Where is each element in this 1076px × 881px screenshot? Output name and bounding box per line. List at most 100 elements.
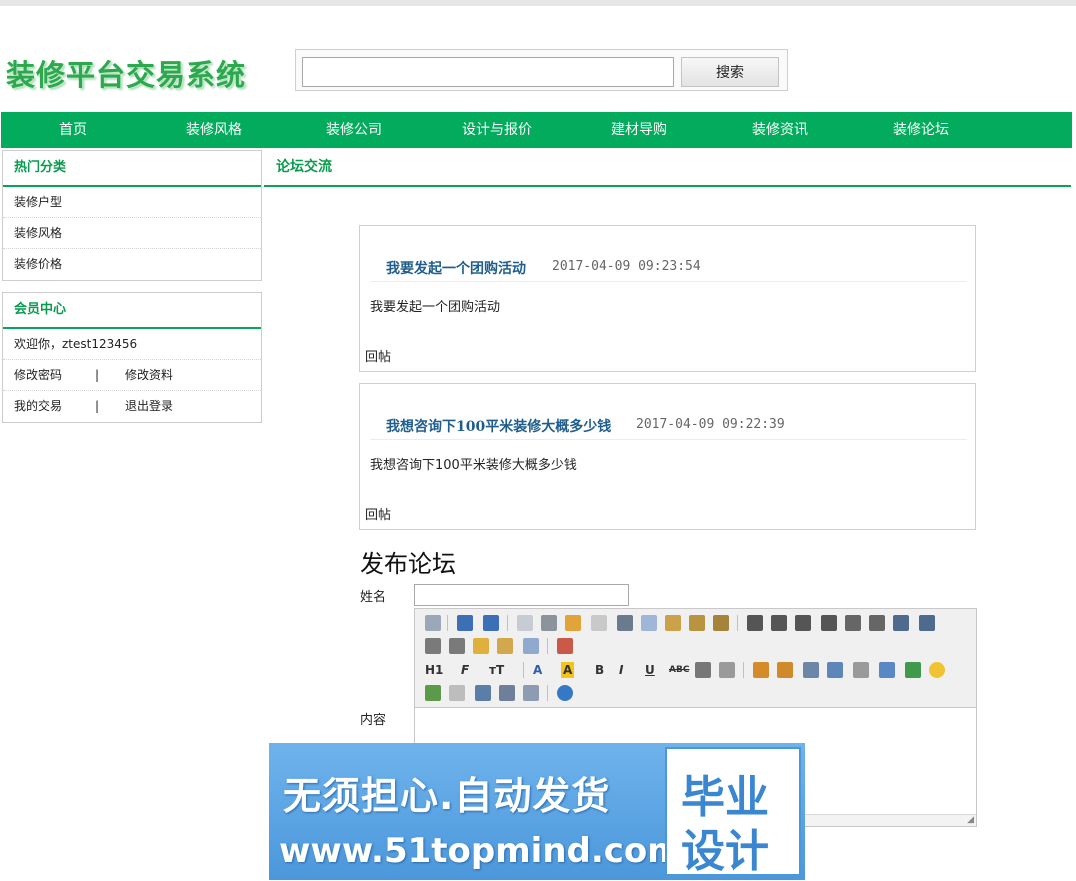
- change-password-link[interactable]: 修改密码: [14, 368, 62, 382]
- toolbar-separator: [447, 615, 448, 631]
- strikethrough-button[interactable]: ABC: [669, 662, 689, 678]
- insert-flash-icon[interactable]: [803, 662, 819, 678]
- resize-handle-icon[interactable]: ◢: [967, 815, 974, 825]
- nav-item-design-quote[interactable]: 设计与报价: [427, 112, 567, 148]
- toolbar-separator: [547, 685, 548, 701]
- toolbar-separator: [507, 615, 508, 631]
- source-icon[interactable]: [425, 615, 441, 631]
- format-painter-icon[interactable]: [497, 638, 513, 654]
- template-icon[interactable]: [565, 615, 581, 631]
- category-link[interactable]: 装修价格: [3, 249, 261, 280]
- attachment-icon[interactable]: [853, 662, 869, 678]
- post-title[interactable]: 我要发起一个团购活动: [386, 258, 526, 278]
- nav-item-news[interactable]: 装修资讯: [710, 112, 850, 148]
- cut-icon[interactable]: [617, 615, 633, 631]
- fullscreen-icon[interactable]: [557, 638, 573, 654]
- bold-button[interactable]: B: [595, 662, 604, 678]
- reply-link[interactable]: 回帖: [365, 504, 391, 523]
- help-icon[interactable]: [557, 685, 573, 701]
- align-right-icon[interactable]: [795, 615, 811, 631]
- name-label: 姓名: [360, 590, 387, 605]
- anchor-icon[interactable]: [475, 685, 491, 701]
- post-header: 我要发起一个团购活动 2017-04-09 09:23:54: [370, 256, 967, 282]
- subscript-icon[interactable]: [425, 638, 441, 654]
- link-icon[interactable]: [499, 685, 515, 701]
- align-justify-icon[interactable]: [821, 615, 837, 631]
- content-label: 内容: [360, 713, 387, 728]
- nav-item-materials[interactable]: 建材导购: [569, 112, 709, 148]
- undo-icon[interactable]: [457, 615, 473, 631]
- insert-table-icon[interactable]: [879, 662, 895, 678]
- paste-word-icon[interactable]: [713, 615, 729, 631]
- underline-button[interactable]: U: [645, 662, 655, 678]
- align-left-icon[interactable]: [747, 615, 763, 631]
- copy-icon[interactable]: [641, 615, 657, 631]
- eraser-icon[interactable]: [719, 662, 735, 678]
- reply-link[interactable]: 回帖: [365, 346, 391, 365]
- search-input[interactable]: [302, 57, 674, 87]
- page-break-icon[interactable]: [905, 662, 921, 678]
- background-color-button[interactable]: A: [561, 662, 575, 678]
- publish-heading: 发布论坛: [360, 550, 456, 578]
- indent-icon[interactable]: [893, 615, 909, 631]
- print-icon[interactable]: [541, 615, 557, 631]
- italic-button[interactable]: I: [619, 662, 623, 678]
- heading-dropdown[interactable]: H1: [425, 662, 443, 678]
- post-time: 2017-04-09 09:22:39: [636, 417, 785, 432]
- insert-image-icon[interactable]: [753, 662, 769, 678]
- forum-post: 我要发起一个团购活动 2017-04-09 09:23:54 我要发起一个团购活…: [359, 225, 976, 372]
- insert-media-icon[interactable]: [827, 662, 843, 678]
- paste-text-icon[interactable]: [689, 615, 705, 631]
- watermark-banner: 无须担心.自动发货 www.51topmind.com 毕业 设计: [269, 743, 805, 880]
- font-size-dropdown[interactable]: тT: [489, 662, 504, 678]
- nav-item-forum[interactable]: 装修论坛: [851, 112, 991, 148]
- emoticon-icon[interactable]: [929, 662, 945, 678]
- horizontal-rule-icon[interactable]: [695, 662, 711, 678]
- logout-link[interactable]: 退出登录: [125, 391, 173, 421]
- member-row-trade: 我的交易 | 退出登录: [3, 391, 261, 422]
- editor-toolbar: H1 F тT A A B I U ABC: [415, 609, 976, 708]
- preview-icon[interactable]: [517, 615, 533, 631]
- insert-file-icon[interactable]: [777, 662, 793, 678]
- font-family-dropdown[interactable]: F: [461, 662, 469, 678]
- watermark-url: www.51topmind.com: [279, 831, 683, 871]
- align-center-icon[interactable]: [771, 615, 787, 631]
- member-row-account: 修改密码 | 修改资料: [3, 360, 261, 391]
- name-input[interactable]: [414, 584, 629, 606]
- post-title[interactable]: 我想咨询下100平米装修大概多少钱: [386, 416, 611, 436]
- unlink-icon[interactable]: [523, 685, 539, 701]
- edit-profile-link[interactable]: 修改资料: [125, 360, 173, 390]
- select-all-icon[interactable]: [523, 638, 539, 654]
- nav-item-companies[interactable]: 装修公司: [284, 112, 424, 148]
- search-button[interactable]: 搜索: [681, 57, 779, 87]
- category-link[interactable]: 装修户型: [3, 187, 261, 218]
- image-icon[interactable]: [425, 685, 441, 701]
- link-separator: |: [95, 368, 100, 382]
- top-strip: [0, 0, 1076, 6]
- nav-item-styles[interactable]: 装修风格: [144, 112, 284, 148]
- main-nav: 首页 装修风格 装修公司 设计与报价 建材导购 装修资讯 装修论坛: [1, 112, 1072, 148]
- site-logo[interactable]: 装修平台交易系统: [6, 52, 246, 94]
- unordered-list-icon[interactable]: [869, 615, 885, 631]
- page-icon[interactable]: [449, 685, 465, 701]
- post-body: 我想咨询下100平米装修大概多少钱: [370, 458, 577, 473]
- category-link[interactable]: 装修风格: [3, 218, 261, 249]
- page-title: 论坛交流: [276, 159, 332, 175]
- toolbar-separator: [523, 662, 524, 678]
- paste-icon[interactable]: [665, 615, 681, 631]
- link-separator: |: [95, 399, 100, 413]
- redo-icon[interactable]: [483, 615, 499, 631]
- toolbar-separator: [547, 638, 548, 654]
- nav-item-home[interactable]: 首页: [3, 112, 143, 148]
- font-color-button[interactable]: A: [533, 662, 542, 678]
- forum-post: 我想咨询下100平米装修大概多少钱 2017-04-09 09:22:39 我想…: [359, 383, 976, 530]
- toolbar-separator: [737, 615, 738, 631]
- member-center-panel: 会员中心 欢迎你，ztest123456 修改密码 | 修改资料 我的交易 | …: [2, 292, 262, 423]
- ordered-list-icon[interactable]: [845, 615, 861, 631]
- code-icon[interactable]: [591, 615, 607, 631]
- clear-format-icon[interactable]: [473, 638, 489, 654]
- watermark-badge: 毕业 设计: [665, 747, 801, 877]
- outdent-icon[interactable]: [919, 615, 935, 631]
- my-trades-link[interactable]: 我的交易: [14, 399, 62, 413]
- superscript-icon[interactable]: [449, 638, 465, 654]
